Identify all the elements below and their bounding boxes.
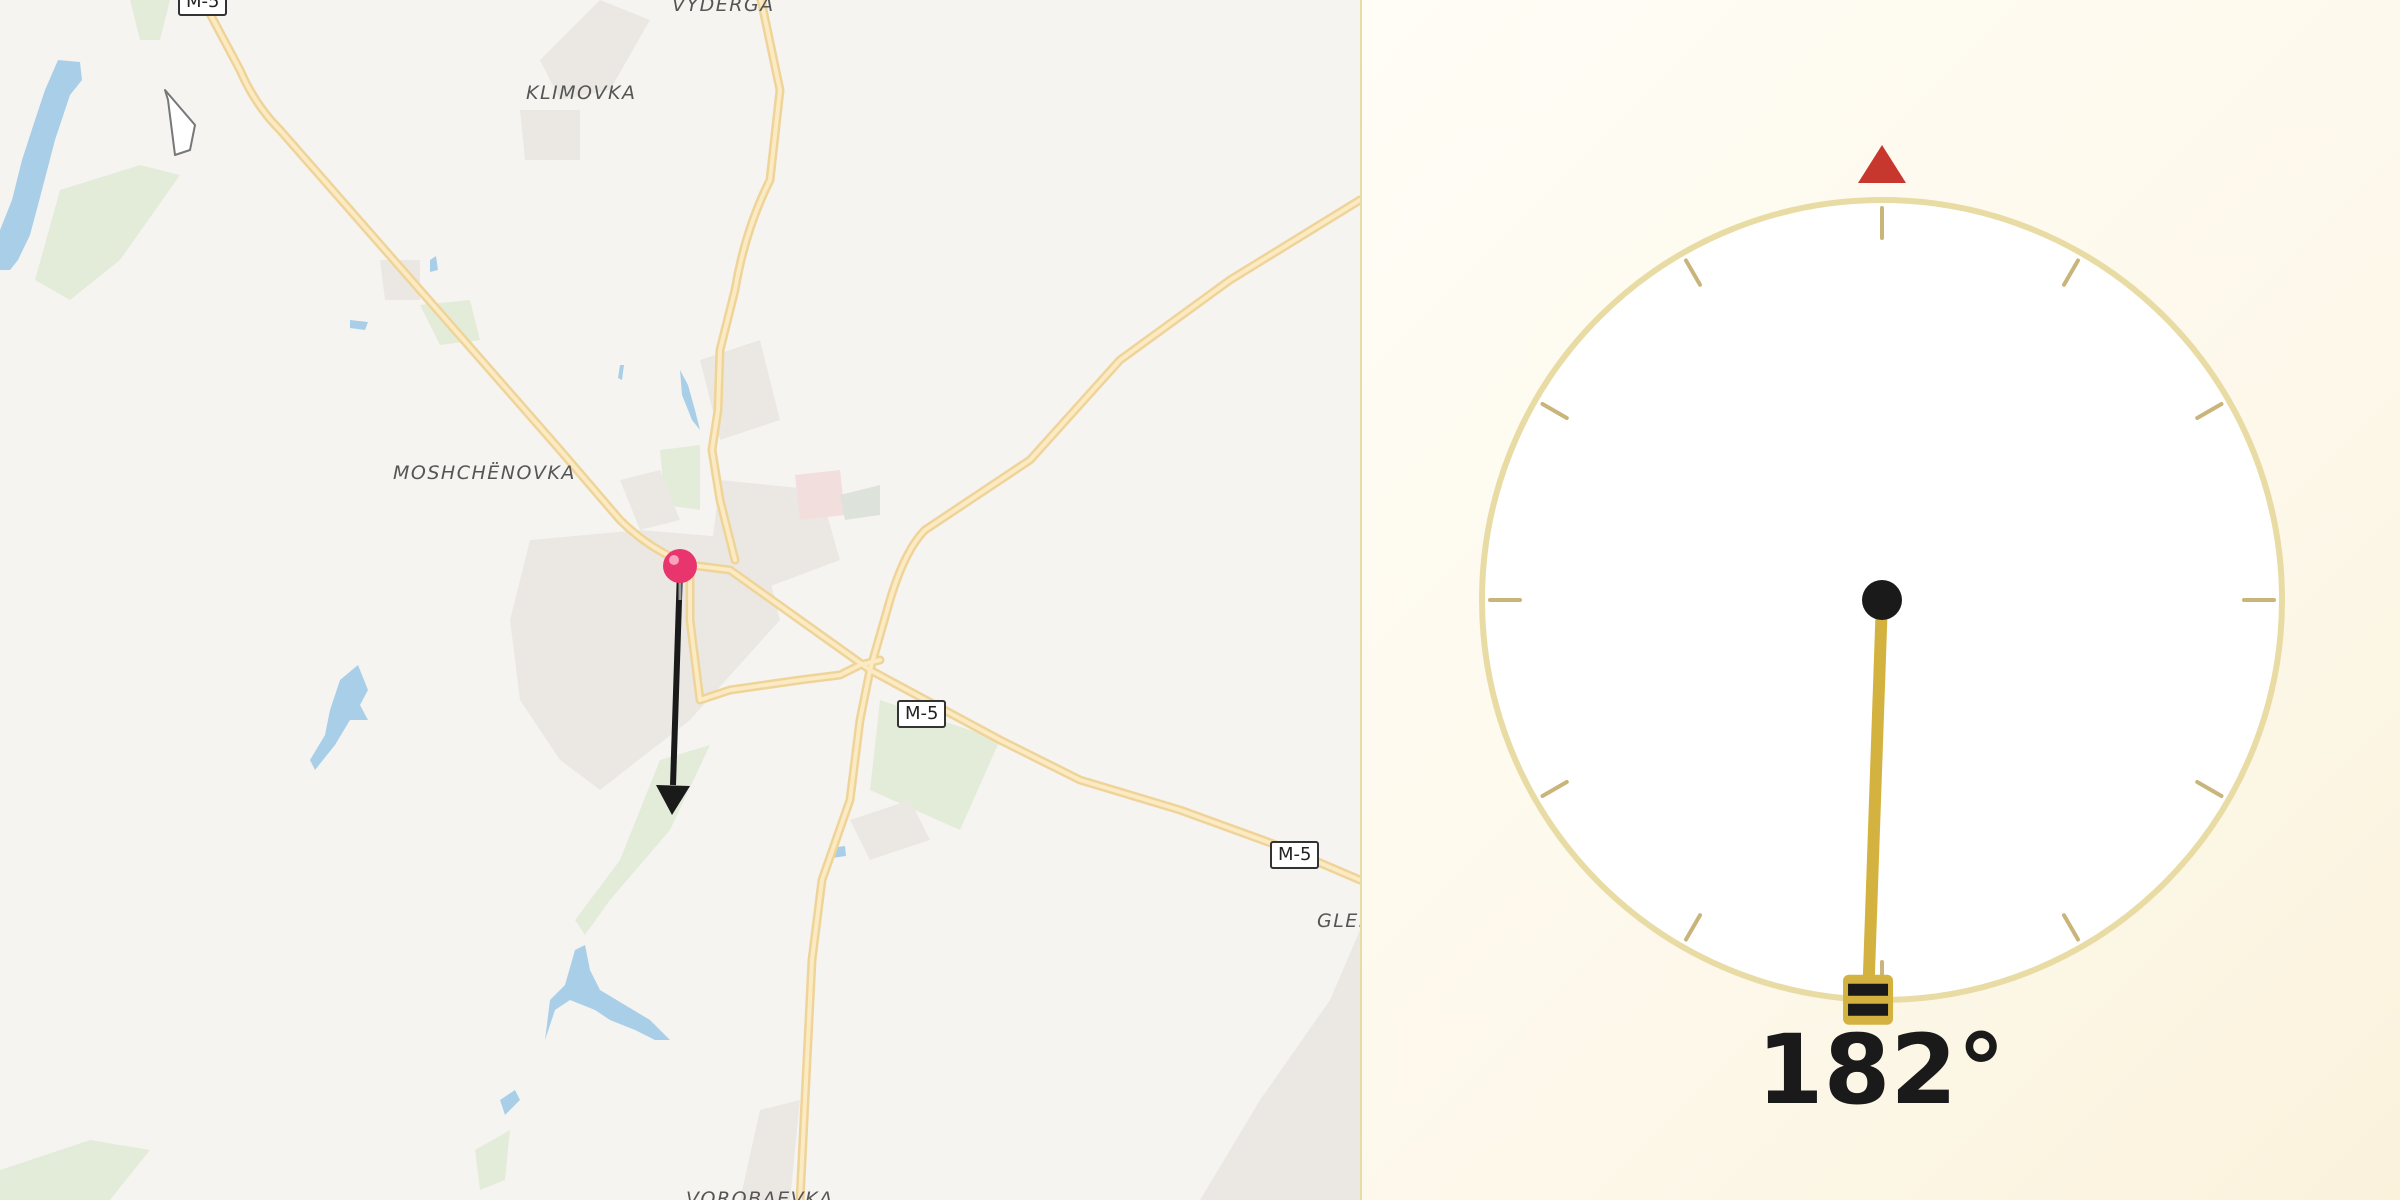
road-shield-top: M-5 [178,0,228,16]
north-triangle-icon [1858,145,1906,183]
place-label-glei: GLEI [1317,910,1360,932]
grey-green-area [840,485,880,520]
green-areas [0,0,1000,1200]
road-shield-center: M-5 [897,700,947,728]
heading-readout: 182° [1756,1014,2006,1126]
railway-marker [164,89,196,156]
place-label-klimovka: KLIMOVKA [526,82,637,104]
map-view[interactable]: VYDERGA KLIMOVKA MOSHCHËNOVKA GLEI VOROB… [0,0,1360,1200]
place-label-moshchenovka: MOSHCHËNOVKA [393,462,576,484]
pink-area [795,470,845,520]
place-label-vyderga: VYDERGA [672,0,775,16]
place-label-vorobaevka: VOROBAEVKA [686,1188,834,1200]
map-canvas[interactable] [0,0,1360,1200]
urban-areas [380,0,1360,1200]
road-shield-east: M-5 [1270,841,1320,869]
compass-center [1862,580,1902,620]
compass-panel: 182° [1362,0,2400,1200]
